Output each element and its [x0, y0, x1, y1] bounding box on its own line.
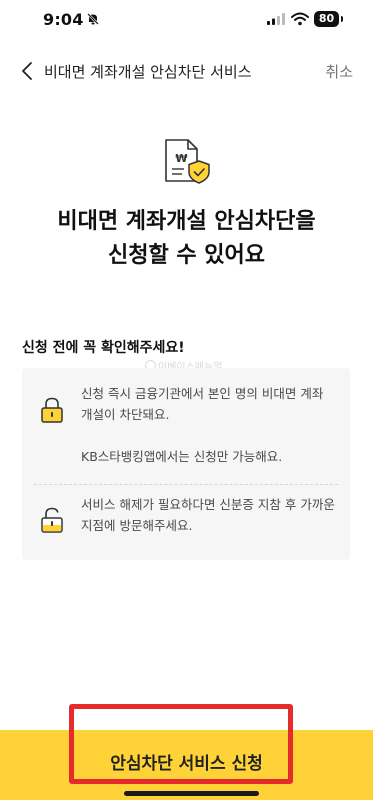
battery-level: 80: [318, 12, 335, 25]
back-chevron-icon[interactable]: [18, 60, 38, 82]
bell-slash-icon: [87, 13, 99, 25]
document-shield-icon: ₩: [165, 139, 210, 184]
apply-button[interactable]: 안심차단 서비스 신청: [0, 730, 373, 800]
svg-text:₩: ₩: [175, 152, 187, 165]
headline-line2: 신청할 수 있어요: [108, 243, 265, 268]
battery-icon: 80: [314, 11, 339, 27]
status-bar: 9:04 80: [0, 0, 373, 40]
headline-line1: 비대면 계좌개설 안심차단을: [57, 209, 316, 234]
headline: 비대면 계좌개설 안심차단을 신청할 수 있어요: [0, 205, 373, 273]
notice-item-subtext: KB스타뱅킹앱에서는 신청만 가능해요.: [81, 449, 283, 464]
battery-tip: [341, 16, 343, 22]
apply-button-label: 안심차단 서비스 신청: [110, 754, 263, 774]
notice-card: 신청 즉시 금융기관에서 본인 명의 비대면 계좌 개설이 차단돼요. KB스타…: [22, 368, 350, 560]
notice-item: 서비스 해제가 필요하다면 신분증 지참 후 가까운 지점에 방문해주세요.: [22, 484, 350, 560]
lock-closed-icon: [41, 397, 63, 423]
notice-item-text: 신청 즉시 금융기관에서 본인 명의 비대면 계좌 개설이 차단돼요.: [81, 386, 324, 422]
page-title: 비대면 계좌개설 안심차단 서비스: [44, 63, 252, 81]
wifi-icon: [291, 12, 309, 26]
status-time: 9:04: [43, 10, 84, 29]
lock-open-icon: [41, 507, 63, 533]
notice-item-text: 서비스 해제가 필요하다면 신분증 지참 후 가까운 지점에 방문해주세요.: [81, 497, 335, 533]
cancel-button[interactable]: 취소: [325, 61, 353, 82]
notice-item: 신청 즉시 금융기관에서 본인 명의 비대면 계좌 개설이 차단돼요. KB스타…: [22, 368, 350, 483]
nav-header: 비대면 계좌개설 안심차단 서비스 취소: [0, 50, 373, 92]
home-indicator: [124, 791, 259, 796]
signal-icon: [267, 13, 285, 25]
notice-title: 신청 전에 꼭 확인해주세요!: [22, 340, 185, 356]
